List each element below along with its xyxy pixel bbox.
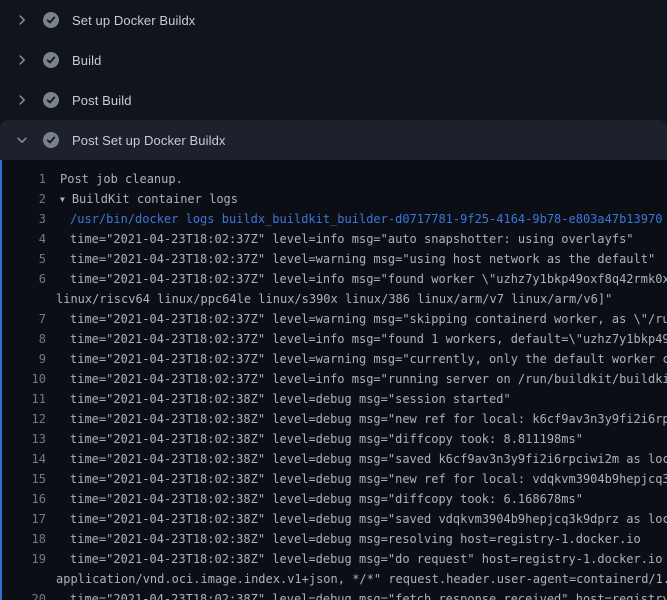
log-line-text: time="2021-04-23T18:02:38Z" level=debug … bbox=[46, 389, 511, 409]
log-lines: 1 Post job cleanup. 2 ▼BuildKit containe… bbox=[2, 169, 667, 600]
log-line[interactable]: 11 time="2021-04-23T18:02:38Z" level=deb… bbox=[2, 389, 667, 409]
log-line-text: time="2021-04-23T18:02:38Z" level=debug … bbox=[46, 529, 641, 549]
log-line-text: application/vnd.oci.image.index.v1+json,… bbox=[46, 569, 667, 589]
log-line-text: time="2021-04-23T18:02:37Z" level=info m… bbox=[46, 369, 667, 389]
log-line[interactable]: application/vnd.oci.image.index.v1+json,… bbox=[2, 569, 667, 589]
log-line-number[interactable]: 12 bbox=[2, 409, 46, 429]
step-label: Post Set up Docker Buildx bbox=[72, 133, 226, 148]
log-line[interactable]: 18 time="2021-04-23T18:02:38Z" level=deb… bbox=[2, 529, 667, 549]
log-line-text: time="2021-04-23T18:02:38Z" level=debug … bbox=[46, 449, 667, 469]
chevron-right-icon[interactable] bbox=[14, 52, 30, 68]
log-line-number[interactable]: 8 bbox=[2, 329, 46, 349]
log-line-text: time="2021-04-23T18:02:37Z" level=info m… bbox=[46, 329, 667, 349]
log-line[interactable]: 14 time="2021-04-23T18:02:38Z" level=deb… bbox=[2, 449, 667, 469]
log-line-text: time="2021-04-23T18:02:37Z" level=info m… bbox=[46, 269, 667, 289]
log-line[interactable]: 9 time="2021-04-23T18:02:37Z" level=warn… bbox=[2, 349, 667, 369]
log-line-number[interactable]: 13 bbox=[2, 429, 46, 449]
log-line-number[interactable]: 20 bbox=[2, 589, 46, 600]
log-line[interactable]: 4 time="2021-04-23T18:02:37Z" level=info… bbox=[2, 229, 667, 249]
log-line[interactable]: 5 time="2021-04-23T18:02:37Z" level=warn… bbox=[2, 249, 667, 269]
log-line-text: Post job cleanup. bbox=[46, 169, 183, 189]
step-label: Post Build bbox=[72, 93, 132, 108]
log-line-number[interactable]: 1 bbox=[2, 169, 46, 189]
log-line-number[interactable]: 9 bbox=[2, 349, 46, 369]
log-line-text: time="2021-04-23T18:02:37Z" level=info m… bbox=[46, 229, 634, 249]
log-line-number[interactable]: 5 bbox=[2, 249, 46, 269]
step-row[interactable]: Post Set up Docker Buildx bbox=[0, 120, 667, 160]
chevron-down-icon[interactable] bbox=[14, 132, 30, 148]
log-line-text: time="2021-04-23T18:02:37Z" level=warnin… bbox=[46, 309, 667, 329]
chevron-right-icon[interactable] bbox=[14, 12, 30, 28]
log-line-text: linux/riscv64 linux/ppc64le linux/s390x … bbox=[46, 289, 612, 309]
steps-list: Set up Docker Buildx Build P bbox=[0, 0, 667, 160]
check-circle-icon bbox=[43, 92, 59, 108]
log-line-number[interactable]: 17 bbox=[2, 509, 46, 529]
log-line-number[interactable]: 11 bbox=[2, 389, 46, 409]
log-line-number[interactable]: 18 bbox=[2, 529, 46, 549]
log-line[interactable]: 13 time="2021-04-23T18:02:38Z" level=deb… bbox=[2, 429, 667, 449]
log-line[interactable]: 8 time="2021-04-23T18:02:37Z" level=info… bbox=[2, 329, 667, 349]
log-line-text: time="2021-04-23T18:02:38Z" level=debug … bbox=[46, 509, 667, 529]
log-line-number[interactable]: 2 bbox=[2, 189, 46, 209]
log-line[interactable]: 1 Post job cleanup. bbox=[2, 169, 667, 189]
log-line-text: time="2021-04-23T18:02:37Z" level=warnin… bbox=[46, 249, 655, 269]
log-line[interactable]: 15 time="2021-04-23T18:02:38Z" level=deb… bbox=[2, 469, 667, 489]
log-panel: 1 Post job cleanup. 2 ▼BuildKit containe… bbox=[0, 160, 667, 600]
log-line[interactable]: linux/riscv64 linux/ppc64le linux/s390x … bbox=[2, 289, 667, 309]
log-line-number[interactable]: 15 bbox=[2, 469, 46, 489]
log-line[interactable]: 17 time="2021-04-23T18:02:38Z" level=deb… bbox=[2, 509, 667, 529]
log-line-text: time="2021-04-23T18:02:38Z" level=debug … bbox=[46, 469, 667, 489]
log-line-number[interactable] bbox=[2, 569, 46, 589]
check-circle-icon bbox=[43, 12, 59, 28]
log-line[interactable]: 3 /usr/bin/docker logs buildx_buildkit_b… bbox=[2, 209, 667, 229]
log-line-number[interactable]: 7 bbox=[2, 309, 46, 329]
log-line-number[interactable]: 6 bbox=[2, 269, 46, 289]
log-line[interactable]: 20 time="2021-04-23T18:02:38Z" level=deb… bbox=[2, 589, 667, 600]
step-label: Set up Docker Buildx bbox=[72, 13, 195, 28]
log-line[interactable]: 6 time="2021-04-23T18:02:37Z" level=info… bbox=[2, 269, 667, 289]
log-line-number[interactable]: 16 bbox=[2, 489, 46, 509]
log-line[interactable]: 10 time="2021-04-23T18:02:37Z" level=inf… bbox=[2, 369, 667, 389]
step-row[interactable]: Build bbox=[0, 40, 667, 80]
log-line-text: time="2021-04-23T18:02:37Z" level=warnin… bbox=[46, 349, 667, 369]
step-row[interactable]: Set up Docker Buildx bbox=[0, 0, 667, 40]
log-line[interactable]: 7 time="2021-04-23T18:02:37Z" level=warn… bbox=[2, 309, 667, 329]
workflow-log-viewer: Set up Docker Buildx Build P bbox=[0, 0, 667, 600]
log-line-text: time="2021-04-23T18:02:38Z" level=debug … bbox=[46, 409, 667, 429]
log-line[interactable]: 12 time="2021-04-23T18:02:38Z" level=deb… bbox=[2, 409, 667, 429]
log-line-text: time="2021-04-23T18:02:38Z" level=debug … bbox=[46, 429, 583, 449]
step-label: Build bbox=[72, 53, 101, 68]
check-circle-icon bbox=[43, 52, 59, 68]
log-line[interactable]: 19 time="2021-04-23T18:02:38Z" level=deb… bbox=[2, 549, 667, 569]
log-line-number[interactable]: 10 bbox=[2, 369, 46, 389]
triangle-down-icon[interactable]: ▼ bbox=[60, 190, 65, 209]
log-line-text: /usr/bin/docker logs buildx_buildkit_bui… bbox=[46, 209, 662, 229]
log-line-text: time="2021-04-23T18:02:38Z" level=debug … bbox=[46, 489, 583, 509]
log-line-number[interactable]: 19 bbox=[2, 549, 46, 569]
check-circle-icon bbox=[43, 132, 59, 148]
log-line-text: time="2021-04-23T18:02:38Z" level=debug … bbox=[46, 549, 667, 569]
log-line-text: ▼BuildKit container logs bbox=[46, 189, 238, 209]
step-row[interactable]: Post Build bbox=[0, 80, 667, 120]
log-line-number[interactable] bbox=[2, 289, 46, 309]
chevron-right-icon[interactable] bbox=[14, 92, 30, 108]
log-line-text: time="2021-04-23T18:02:38Z" level=debug … bbox=[46, 589, 667, 600]
log-line-number[interactable]: 3 bbox=[2, 209, 46, 229]
log-line-number[interactable]: 14 bbox=[2, 449, 46, 469]
log-line-number[interactable]: 4 bbox=[2, 229, 46, 249]
log-line[interactable]: 2 ▼BuildKit container logs bbox=[2, 189, 667, 209]
log-line[interactable]: 16 time="2021-04-23T18:02:38Z" level=deb… bbox=[2, 489, 667, 509]
